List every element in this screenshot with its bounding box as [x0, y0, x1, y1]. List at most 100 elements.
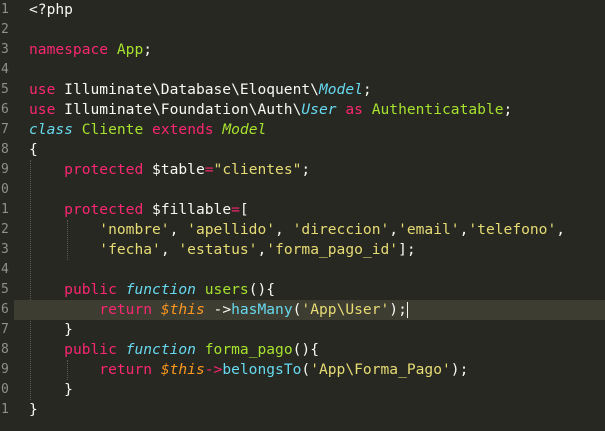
keyword-protected: protected — [64, 201, 144, 218]
code-line[interactable]: { — [29, 140, 38, 160]
code-line[interactable]: } — [29, 320, 73, 340]
keyword-function: function — [125, 281, 196, 298]
line-number: 7 — [1, 122, 9, 137]
punctuation: , — [275, 221, 293, 238]
line-number: 5 — [1, 82, 9, 97]
import-path: Illuminate\Foundation\Auth\ — [64, 101, 302, 118]
line-number: 7 — [1, 322, 9, 337]
string: 'telefono' — [468, 221, 557, 238]
keyword-namespace: namespace — [29, 41, 109, 58]
namespace-name: App — [116, 41, 144, 58]
line-number: 8 — [1, 342, 9, 357]
property-variable: $table — [152, 161, 205, 178]
punctuation: (){ — [292, 341, 319, 358]
code-line[interactable]: <?php — [29, 0, 73, 20]
line-number: 4 — [1, 262, 9, 277]
code-line[interactable]: 'fecha', 'estatus','forma_pago_id']; — [29, 240, 416, 260]
code-line[interactable]: protected $table="clientes"; — [29, 160, 310, 180]
punctuation: ( — [301, 361, 311, 378]
operator: -> — [204, 301, 232, 318]
code-line[interactable]: return $this->belongsTo('App\Forma_Pago'… — [29, 360, 468, 380]
keyword-protected: protected — [64, 161, 144, 178]
line-number: 6 — [1, 302, 9, 317]
punctuation: ; — [143, 41, 153, 58]
keyword-function: function — [125, 341, 196, 358]
code-line[interactable]: } — [29, 400, 38, 420]
code-line[interactable]: 'nombre', 'apellido', 'direccion','email… — [29, 220, 565, 240]
line-number: 0 — [1, 382, 9, 397]
line-number: 1 — [1, 402, 9, 417]
punctuation: ; — [362, 81, 372, 98]
line-number: 9 — [1, 362, 9, 377]
line-number: 3 — [1, 242, 9, 257]
code-line[interactable]: public function forma_pago(){ — [29, 340, 319, 360]
import-class: Model — [318, 81, 363, 98]
class-name: Cliente — [81, 121, 144, 138]
import-alias: Authenticatable — [371, 101, 504, 118]
method-call: belongsTo — [222, 361, 302, 378]
line-number: 3 — [1, 42, 9, 57]
keyword-as: as — [345, 101, 363, 118]
line-number: 8 — [1, 142, 9, 157]
code-line[interactable]: use Illuminate\Foundation\Auth\User as A… — [29, 100, 512, 120]
punctuation: (){ — [248, 281, 276, 298]
string: 'direccion' — [292, 221, 390, 238]
parent-class: Model — [222, 121, 267, 138]
string: 'App\User' — [301, 301, 390, 318]
this-variable: $this — [160, 301, 205, 318]
string: 'apellido' — [187, 221, 276, 238]
code-line[interactable]: class Cliente extends Model — [29, 120, 266, 140]
keyword-return: return — [99, 361, 153, 378]
punctuation: , — [556, 221, 566, 238]
string: "clientes" — [213, 161, 302, 178]
brace: } — [64, 381, 73, 398]
bracket: [ — [239, 201, 249, 218]
code-line[interactable]: protected $fillable=[ — [29, 200, 249, 220]
code-editor[interactable]: 1 2 3 4 5 6 7 8 9 0 1 2 3 4 5 6 7 8 9 0 … — [0, 0, 605, 431]
string: 'estatus' — [178, 241, 258, 258]
keyword-public: public — [64, 281, 117, 298]
operator: = — [204, 161, 214, 178]
string: 'nombre' — [99, 221, 170, 238]
string: 'email' — [398, 221, 460, 238]
punctuation: ; — [301, 161, 311, 178]
punctuation: , — [389, 221, 399, 238]
line-number-gutter: 1 2 3 4 5 6 7 8 9 0 1 2 3 4 5 6 7 8 9 0 … — [0, 0, 14, 431]
line-number: 5 — [1, 282, 9, 297]
this-variable: $this — [160, 361, 205, 378]
punctuation: ]; — [398, 241, 416, 258]
code-line[interactable]: } — [29, 380, 73, 400]
import-path: Illuminate\Database\Eloquent\ — [64, 81, 319, 98]
import-class: User — [301, 101, 337, 118]
line-number: 6 — [1, 102, 9, 117]
code-line[interactable]: namespace App; — [29, 40, 152, 60]
punctuation: ); — [389, 301, 407, 318]
keyword-use: use — [29, 101, 56, 118]
php-open-tag: <?php — [29, 1, 73, 18]
keyword-class: class — [29, 121, 73, 138]
punctuation: ; — [503, 101, 513, 118]
punctuation: , — [169, 221, 188, 238]
line-number: 9 — [1, 162, 9, 177]
string: 'forma_pago_id' — [266, 241, 399, 258]
punctuation: , — [257, 241, 267, 258]
line-number: 2 — [1, 22, 9, 37]
text-cursor — [406, 302, 408, 318]
brace: } — [29, 401, 38, 418]
keyword-return: return — [99, 301, 153, 318]
code-line-active[interactable]: return $this ->hasMany('App\User'); — [14, 300, 605, 320]
method-call: hasMany — [231, 301, 293, 318]
line-number: 0 — [1, 182, 9, 197]
punctuation: , — [160, 241, 179, 258]
operator: -> — [204, 361, 223, 378]
brace: } — [64, 321, 73, 338]
code-line[interactable]: public function users(){ — [29, 280, 275, 300]
keyword-public: public — [64, 341, 117, 358]
punctuation: ); — [450, 361, 469, 378]
brace: { — [29, 141, 38, 158]
keyword-extends: extends — [152, 121, 214, 138]
code-line[interactable]: use Illuminate\Database\Eloquent\Model; — [29, 80, 372, 100]
line-number: 1 — [1, 202, 9, 217]
function-name: users — [204, 281, 249, 298]
function-name: forma_pago — [204, 341, 293, 358]
